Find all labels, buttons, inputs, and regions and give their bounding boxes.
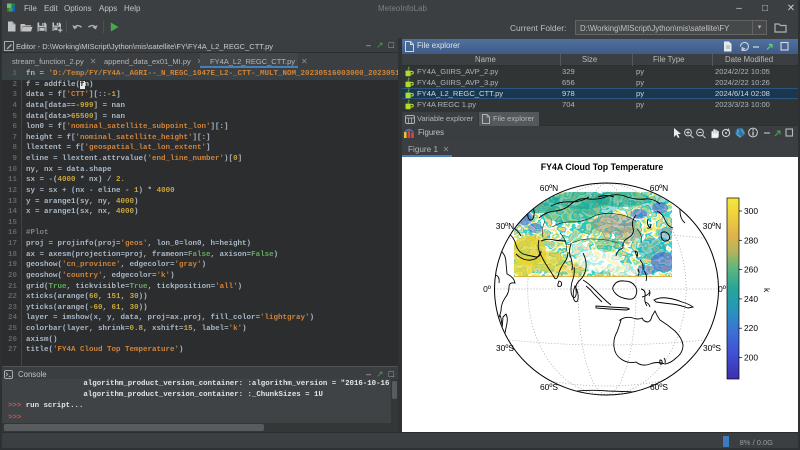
svg-text:0º: 0º — [483, 284, 491, 294]
svg-text:30ºN: 30ºN — [496, 221, 514, 231]
svg-text:30ºN: 30ºN — [703, 221, 721, 231]
svg-text:60ºN: 60ºN — [540, 183, 558, 193]
svg-text:30ºS: 30ºS — [703, 343, 721, 353]
svg-text:220: 220 — [744, 323, 758, 333]
svg-text:60ºS: 60ºS — [540, 382, 558, 392]
svg-text:280: 280 — [744, 235, 758, 245]
svg-text:260: 260 — [744, 265, 758, 275]
svg-text:0º: 0º — [718, 284, 726, 294]
svg-text:300: 300 — [744, 206, 758, 216]
svg-text:240: 240 — [744, 294, 758, 304]
svg-text:60ºN: 60ºN — [650, 183, 668, 193]
svg-text:200: 200 — [744, 353, 758, 363]
svg-text:30ºS: 30ºS — [496, 343, 514, 353]
svg-text:FY4A Cloud Top Temperature: FY4A Cloud Top Temperature — [541, 162, 664, 172]
svg-text:60ºS: 60ºS — [650, 382, 668, 392]
